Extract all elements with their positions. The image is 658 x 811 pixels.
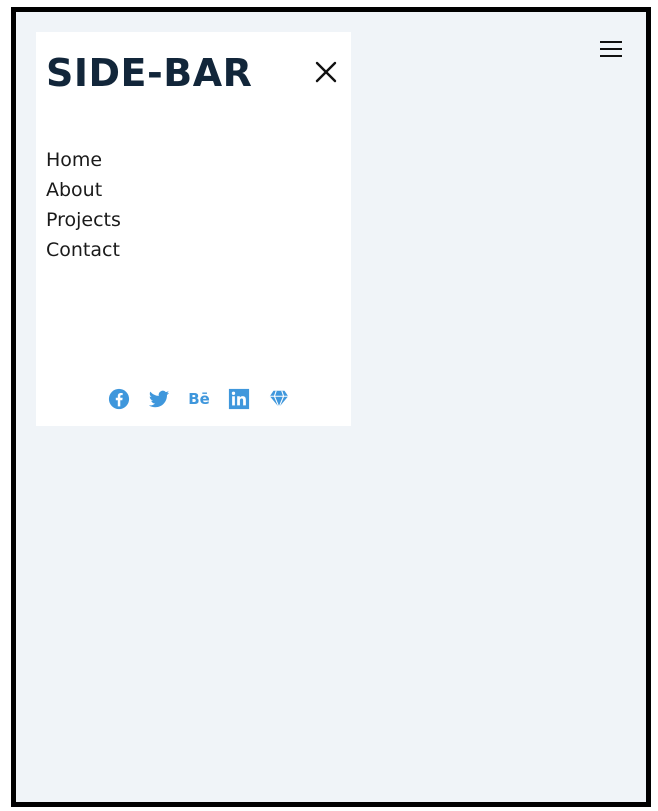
hamburger-menu-icon[interactable] [598, 37, 624, 61]
close-icon[interactable] [314, 60, 338, 84]
behance-icon[interactable]: Bē [188, 388, 210, 410]
gem-icon[interactable] [268, 388, 290, 410]
twitter-icon[interactable] [148, 388, 170, 410]
nav-item-projects[interactable]: Projects [46, 205, 121, 235]
app-frame: SIDE-BAR Home About Projects Contact Bē [11, 7, 651, 807]
sidebar: SIDE-BAR Home About Projects Contact Bē [36, 32, 351, 426]
sidebar-title: SIDE-BAR [46, 51, 253, 95]
nav-item-about[interactable]: About [46, 175, 121, 205]
sidebar-nav: Home About Projects Contact [46, 145, 121, 265]
nav-item-home[interactable]: Home [46, 145, 121, 175]
nav-item-contact[interactable]: Contact [46, 235, 121, 265]
facebook-icon[interactable] [108, 388, 130, 410]
linkedin-icon[interactable] [228, 388, 250, 410]
social-links: Bē [108, 388, 290, 410]
